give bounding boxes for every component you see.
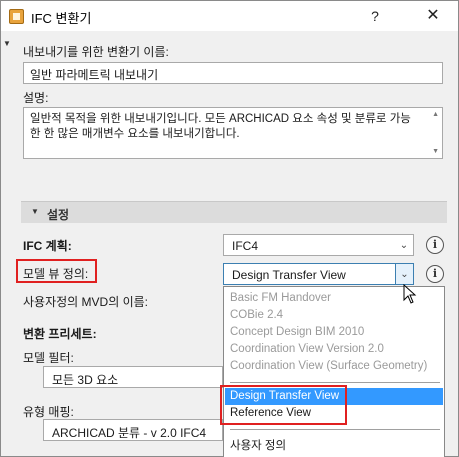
settings-section-title: 설정 <box>47 208 70 222</box>
type-mapping-label: 유형 매핑: <box>23 405 74 419</box>
ifc-scheme-value: IFC4 <box>232 239 259 253</box>
scroll-down-icon[interactable]: ▼ <box>432 148 439 155</box>
scroll-up-icon[interactable]: ▲ <box>432 111 439 118</box>
translator-name-label: 내보내기를 위한 변환기 이름: <box>23 45 169 59</box>
type-mapping-select[interactable]: ARCHICAD 분류 - v 2.0 IFC4 <box>43 419 223 441</box>
collapse-arrow-icon[interactable]: ▼ <box>3 39 11 48</box>
dropdown-item-cobie: COBie 2.4 <box>230 309 284 321</box>
dropdown-separator <box>230 429 440 430</box>
dropdown-item-coordination-view-surface: Coordination View (Surface Geometry) <box>230 360 428 372</box>
description-text: 일반적 목적을 위한 내보내기입니다. 모든 ARCHICAD 요소 속성 및 … <box>30 113 411 140</box>
help-button[interactable]: ? <box>361 5 389 27</box>
ifc-scheme-select[interactable]: IFC4 ⌄ <box>223 234 414 256</box>
model-view-value: Design Transfer View <box>232 268 346 282</box>
ifc-scheme-label: IFC 계획: <box>23 239 72 253</box>
description-label: 설명: <box>23 91 49 105</box>
model-view-select[interactable]: Design Transfer View ⌄ <box>223 263 414 285</box>
window-title: IFC 변환기 <box>31 11 92 26</box>
info-icon[interactable]: i <box>426 265 444 283</box>
close-button[interactable]: ✕ <box>419 5 447 27</box>
annotation-box-model-view-label <box>16 259 97 283</box>
conversion-preset-label: 변환 프리세트: <box>23 327 97 341</box>
info-icon[interactable]: i <box>426 236 444 254</box>
settings-section-header[interactable]: ▼ 설정 <box>21 201 447 223</box>
ifc-translator-dialog: IFC 변환기 ? ✕ ▼ 내보내기를 위한 변환기 이름: 일반 파라메트릭 … <box>0 0 459 457</box>
dropdown-item-concept-design: Concept Design BIM 2010 <box>230 326 365 338</box>
section-collapse-icon: ▼ <box>31 207 39 216</box>
model-filter-value: 모든 3D 요소 <box>52 373 119 387</box>
model-view-dropdown-list: Basic FM Handover COBie 2.4 Concept Desi… <box>223 286 445 457</box>
description-textarea[interactable]: 일반적 목적을 위한 내보내기입니다. 모든 ARCHICAD 요소 속성 및 … <box>23 107 443 159</box>
dropdown-item-coordination-view: Coordination View Version 2.0 <box>230 343 384 355</box>
dropdown-item-custom[interactable]: 사용자 정의 <box>225 438 443 455</box>
custom-mvd-label: 사용자정의 MVD의 이름: <box>23 295 148 309</box>
model-filter-label: 모델 필터: <box>23 351 74 365</box>
model-filter-select[interactable]: 모든 3D 요소 <box>43 366 223 388</box>
app-icon <box>9 9 24 24</box>
type-mapping-value: ARCHICAD 분류 - v 2.0 IFC4 <box>52 426 207 440</box>
annotation-box-dropdown-options <box>220 385 347 425</box>
mouse-pointer-icon <box>403 284 417 304</box>
title-bar: IFC 변환기 ? ✕ <box>1 1 458 31</box>
translator-name-input[interactable]: 일반 파라메트릭 내보내기 <box>23 62 443 84</box>
dropdown-separator <box>230 382 440 383</box>
chevron-down-icon: ⌄ <box>399 240 409 251</box>
chevron-down-icon: ⌄ <box>395 264 413 284</box>
